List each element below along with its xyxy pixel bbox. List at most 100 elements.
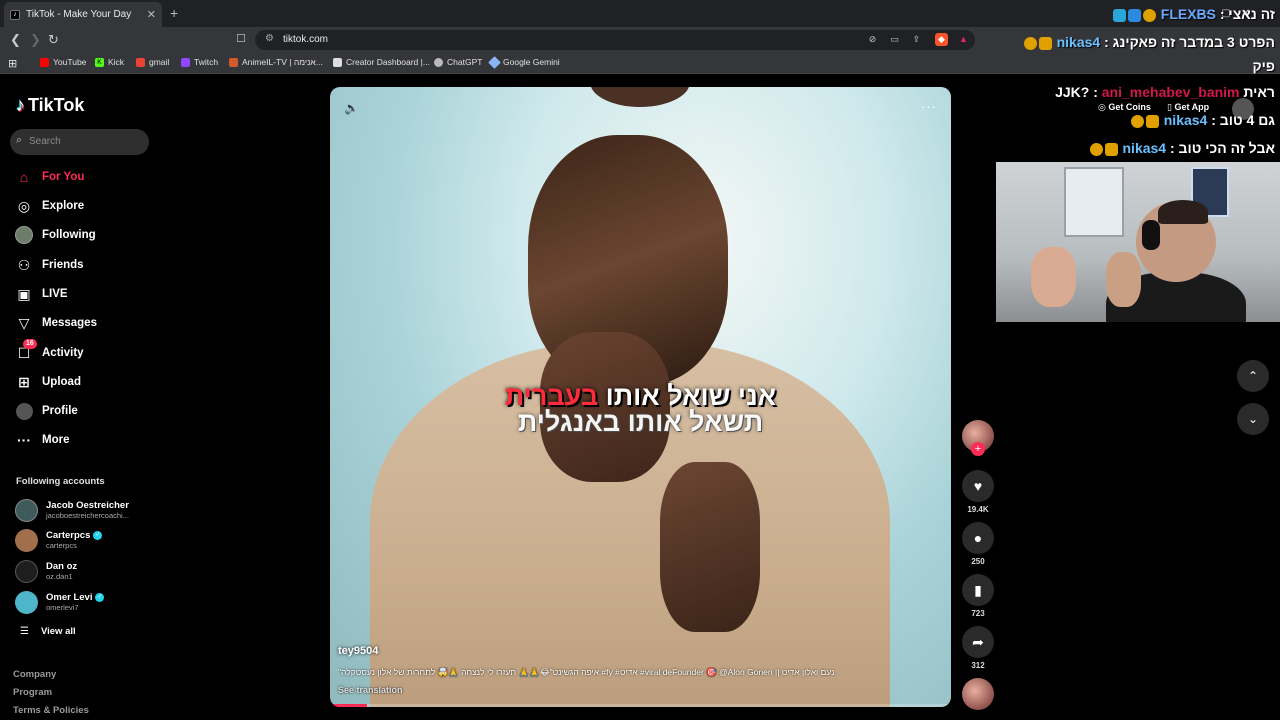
nav-messages[interactable]: ▽ Messages	[14, 313, 97, 333]
account-item[interactable]: Jacob Oestreicher jacoboestreichercoachi.…	[15, 497, 129, 523]
twitch-icon	[181, 57, 190, 67]
heart-icon: ♥	[962, 470, 994, 502]
mute-icon[interactable]: 🔈	[344, 101, 359, 115]
share-button[interactable]: ➦ 312	[962, 626, 994, 670]
coin-badge-icon	[1130, 114, 1144, 128]
avatar-icon	[14, 225, 34, 245]
verified-icon: ✓	[93, 530, 103, 540]
kick-badge-icon	[1112, 8, 1126, 22]
view-all-button[interactable]: ☰ View all	[20, 626, 76, 637]
music-disc-button[interactable]	[962, 678, 994, 710]
send-icon: ▽	[18, 314, 30, 331]
brave-shield-icon[interactable]: ◆	[935, 33, 948, 46]
comment-count: 250	[971, 557, 985, 566]
close-tab-icon[interactable]: ✕	[147, 8, 156, 21]
webcam-person-hand	[1106, 252, 1141, 307]
account-item[interactable]: Carterpcs ✓ carterpcs	[15, 527, 103, 553]
video-player[interactable]: 🔈 ··· אני שואל אותו בעברית תשאל אותו באנ…	[330, 87, 951, 707]
search-icon: ⌕	[16, 134, 23, 146]
account-item[interactable]: Omer Levi ✓ omerlevi7	[15, 589, 105, 615]
tiktok-note-icon: ♪	[16, 95, 25, 115]
cast-icon[interactable]: ▭	[888, 33, 901, 46]
tiktok-favicon-icon: ♪	[10, 9, 20, 20]
next-video-button[interactable]: ⌄	[1237, 403, 1269, 435]
nav-profile[interactable]: Profile	[14, 401, 78, 421]
chat-message: זה נאצי : FLEXBS	[1000, 6, 1275, 22]
previous-video-button[interactable]: ⌃	[1237, 360, 1269, 392]
forward-button[interactable]: ❯	[30, 32, 41, 48]
cube-badge-icon	[1127, 8, 1141, 22]
author-avatar-button[interactable]: +	[962, 420, 994, 456]
streamer-webcam	[996, 162, 1280, 322]
bookmark-gemini[interactable]: Google Gemini	[488, 55, 560, 69]
nav-friends[interactable]: ⚇ Friends	[14, 255, 84, 275]
follow-plus-icon[interactable]: +	[971, 442, 985, 456]
browser-tab[interactable]: ♪ TikTok - Make Your Day ✕	[4, 2, 162, 27]
crown-badge-icon	[1145, 114, 1159, 128]
back-button[interactable]: ❮	[10, 32, 21, 48]
more-icon: ···	[17, 432, 31, 448]
search-input[interactable]: ⌕ Search	[10, 129, 149, 155]
coin-badge-icon	[1142, 8, 1156, 22]
crown-badge-icon	[1104, 142, 1118, 156]
chat-message: ראית JJK? : ani_mehabev_banim	[1055, 84, 1275, 100]
chat-message-continued: פיק	[1252, 58, 1275, 74]
friends-icon: ⚇	[17, 256, 31, 273]
save-button[interactable]: ▮ 723	[962, 574, 994, 618]
comment-button[interactable]: ● 250	[962, 522, 994, 566]
bookmark-twitch[interactable]: Twitch	[181, 57, 218, 67]
chat-message: גם 4 טוב : nikas4	[1000, 112, 1275, 128]
like-button[interactable]: ♥ 19.4K	[962, 470, 994, 514]
nav-for-you[interactable]: ⌂ For You	[14, 167, 85, 187]
bookmark-creator-dashboard[interactable]: Creator Dashboard |...	[333, 57, 430, 67]
nav-live[interactable]: ▣ LIVE	[14, 284, 67, 304]
comment-icon: ●	[962, 522, 994, 554]
video-progress-fill	[330, 704, 368, 707]
crown-badge-icon	[1038, 36, 1052, 50]
video-progress-bar[interactable]	[330, 704, 951, 707]
nav-explore[interactable]: ◎ Explore	[14, 196, 84, 216]
footer-program[interactable]: Program	[13, 687, 52, 698]
video-subtitle-line2: תשאל אותו באנגלית	[517, 407, 764, 437]
tab-title: TikTok - Make Your Day	[26, 9, 132, 20]
account-item[interactable]: Dan oz oz.dan1	[15, 558, 77, 584]
apps-grid-icon[interactable]: ⊞	[8, 57, 17, 70]
activity-badge: 16	[23, 339, 37, 349]
save-count: 723	[971, 609, 985, 618]
nav-more[interactable]: ··· More	[14, 430, 69, 450]
music-disc-icon	[962, 678, 994, 710]
bookmark-youtube[interactable]: YouTube	[40, 57, 86, 67]
nav-upload[interactable]: ⊞ Upload	[14, 372, 81, 392]
profile-icon	[14, 401, 34, 421]
avatar	[15, 559, 38, 583]
tracking-icon[interactable]: ⊘	[866, 33, 879, 46]
webcam-person-hand	[1031, 247, 1076, 307]
new-tab-button[interactable]: +	[170, 5, 178, 21]
video-author[interactable]: tey9504	[338, 645, 378, 657]
footer-company[interactable]: Company	[13, 669, 56, 680]
see-translation-link[interactable]: See translation	[338, 685, 403, 695]
creator-dashboard-icon	[333, 57, 342, 67]
bookmark-animeil[interactable]: AnimeIL-TV | אנימה...	[229, 57, 323, 67]
site-info-icon[interactable]: ⚙	[265, 33, 274, 44]
avatar	[15, 590, 38, 614]
following-accounts-title: Following accounts	[16, 476, 105, 487]
reload-button[interactable]: ↻	[48, 32, 59, 48]
nav-following[interactable]: Following	[14, 225, 96, 245]
more-options-icon[interactable]: ···	[921, 99, 937, 114]
list-icon: ☰	[20, 626, 29, 637]
share-icon[interactable]: ⇪	[910, 33, 923, 46]
footer-terms[interactable]: Terms & Policies	[13, 705, 89, 716]
tiktok-logo[interactable]: ♪ TikTok	[16, 95, 84, 116]
bookmark-gmail[interactable]: gmail	[136, 57, 169, 67]
nav-activity[interactable]: ☐ 16 Activity	[14, 339, 84, 363]
bookmark-icon[interactable]: ☐	[236, 32, 246, 45]
webcam-window	[1064, 167, 1124, 237]
video-caption: "איפה הגשינט"😂🙏🙏 תעזרו לי לנצחה 🙏🤯 לתחרו…	[338, 667, 835, 677]
share-arrow-icon: ➦	[962, 626, 994, 658]
bookmark-save-icon: ▮	[962, 574, 994, 606]
bookmark-kick[interactable]: K Kick	[95, 57, 124, 67]
bookmark-chatgpt[interactable]: ChatGPT	[434, 57, 482, 67]
chevron-down-icon: ⌄	[1247, 412, 1259, 426]
brave-rewards-icon[interactable]: ▲	[957, 33, 970, 46]
